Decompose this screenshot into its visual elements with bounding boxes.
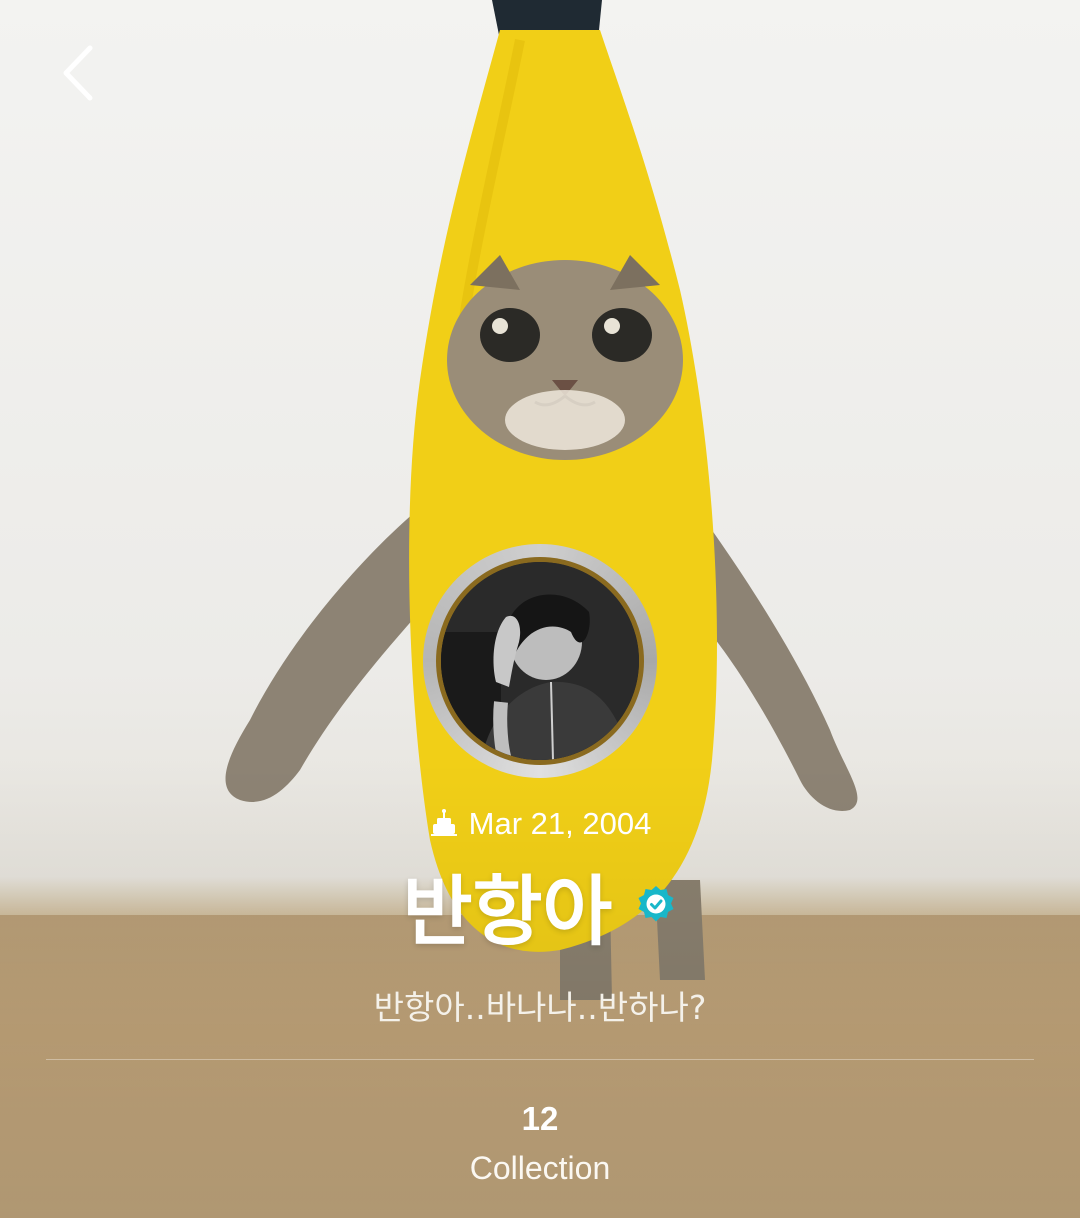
chevron-left-icon (63, 45, 93, 101)
avatar[interactable] (423, 544, 657, 778)
birthday-line: Mar 21, 2004 (0, 806, 1080, 846)
avatar-frame (436, 557, 644, 765)
birthday-date: Mar 21, 2004 (468, 806, 652, 841)
collection-label: Collection (469, 1150, 611, 1186)
back-button[interactable] (46, 38, 116, 108)
name-row: 반항아 (0, 850, 1080, 960)
cake-icon (429, 808, 459, 846)
profile-name: 반항아 (402, 867, 613, 956)
avatar-photo (441, 562, 639, 760)
verified-badge-icon (635, 884, 677, 926)
profile-bio: 반항아..바나나..반하나? (373, 988, 707, 1027)
collection-stat[interactable]: 12 Collection (390, 1100, 690, 1187)
divider (46, 1059, 1034, 1060)
profile-screen: Mar 21, 2004 반항아 반항아..바나나..반하나? 12 Colle… (0, 0, 1080, 1218)
collection-count: 12 (521, 1100, 559, 1137)
